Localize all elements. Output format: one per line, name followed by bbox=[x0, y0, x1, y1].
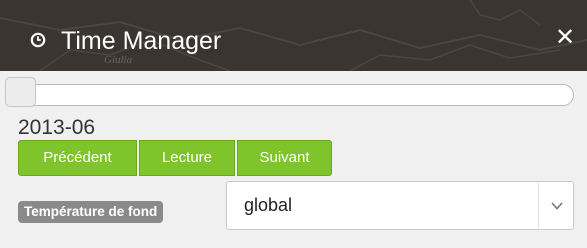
layer-label: Température de fond bbox=[18, 201, 164, 223]
panel-header: Giulia Time Manager ✕ bbox=[0, 0, 587, 71]
layer-select-value: global bbox=[244, 195, 293, 215]
close-icon[interactable]: ✕ bbox=[552, 22, 578, 52]
clock-icon bbox=[30, 32, 46, 48]
panel-title: Time Manager bbox=[61, 27, 222, 55]
time-slider-track[interactable] bbox=[6, 84, 574, 106]
play-button[interactable]: Lecture bbox=[139, 140, 235, 176]
time-slider-handle[interactable] bbox=[5, 77, 36, 107]
next-button[interactable]: Suivant bbox=[237, 140, 332, 176]
layer-select[interactable]: global bbox=[226, 181, 574, 230]
time-manager-panel: Giulia Time Manager ✕ 2013-06 Précédent … bbox=[0, 0, 587, 248]
current-date: 2013-06 bbox=[18, 116, 96, 139]
chevron-down-icon[interactable] bbox=[550, 200, 564, 212]
previous-button[interactable]: Précédent bbox=[18, 140, 137, 176]
select-divider bbox=[538, 182, 539, 229]
